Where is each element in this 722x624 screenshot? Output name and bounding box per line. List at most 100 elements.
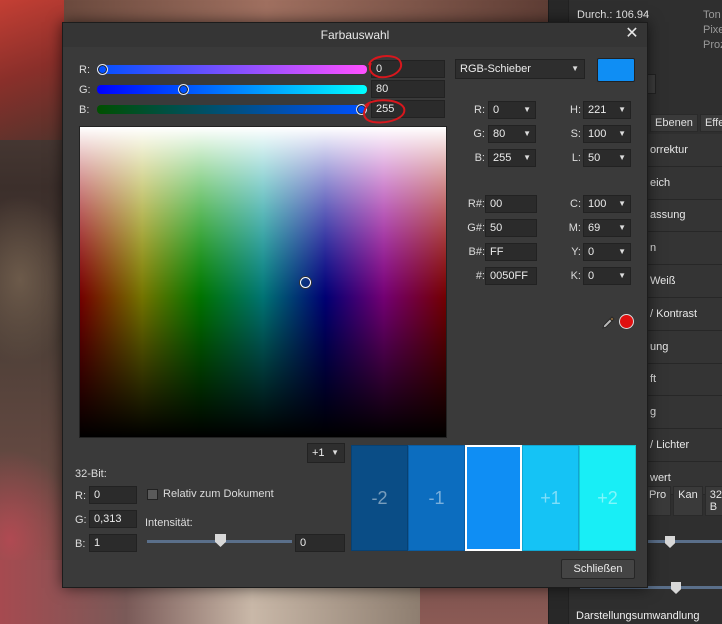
- hsl-label-l: L:: [571, 152, 581, 164]
- bit32-field-g[interactable]: 0,313: [89, 510, 137, 528]
- shade-swatch[interactable]: -2: [351, 445, 408, 551]
- slider-b-track[interactable]: [97, 105, 367, 114]
- record-color-icon[interactable]: [619, 314, 634, 329]
- rgb-field-r[interactable]: 0 ▼: [488, 101, 536, 119]
- adjustment-list: orrektur eich assung n Weiß / Kontrast u…: [644, 134, 722, 495]
- side-right-label: Pixe: [703, 24, 722, 36]
- hsl-field-h[interactable]: 221 ▼: [583, 101, 631, 119]
- adjustment-item[interactable]: orrektur: [644, 134, 722, 167]
- photo-red-region: [0, 0, 64, 140]
- cmyk-field-c[interactable]: 100 ▼: [583, 195, 631, 213]
- chevron-down-icon: ▼: [618, 247, 626, 256]
- shade-step-dropdown[interactable]: +1 ▼: [307, 443, 345, 463]
- bit32-field-b[interactable]: 1: [89, 534, 137, 552]
- tab-ebenen[interactable]: Ebenen: [650, 114, 698, 132]
- bit32-label-g: G:: [75, 514, 87, 526]
- slider-label-r: R:: [79, 64, 90, 76]
- bit32-title: 32-Bit:: [75, 468, 107, 480]
- bit32-label-r: R:: [75, 490, 86, 502]
- adjustment-item[interactable]: n: [644, 232, 722, 266]
- chevron-down-icon: ▼: [618, 199, 626, 208]
- intensity-slider-knob[interactable]: [215, 534, 226, 547]
- slider-r-track[interactable]: [97, 65, 367, 74]
- color-field[interactable]: [79, 126, 447, 438]
- cmyk-field-c-value: 100: [588, 198, 607, 210]
- chevron-down-icon: ▼: [618, 223, 626, 232]
- cmyk-field-k[interactable]: 0 ▼: [583, 267, 631, 285]
- slider-r-value[interactable]: 0: [371, 60, 445, 78]
- intensity-field[interactable]: 0: [295, 534, 345, 552]
- rgb-field-g[interactable]: 80 ▼: [488, 125, 536, 143]
- dialog-titlebar[interactable]: Farbauswahl: [63, 23, 647, 47]
- eyedropper-icon[interactable]: [601, 314, 617, 330]
- shade-swatch[interactable]: +1: [522, 445, 579, 551]
- hsl-field-l-value: 50: [588, 152, 601, 164]
- cmyk-label-y: Y:: [571, 246, 581, 258]
- side-right-labels: Ton Pixe Proz: [703, 8, 722, 53]
- mode-dropdown[interactable]: RGB-Schieber ▼: [455, 59, 585, 79]
- adjustment-item[interactable]: assung: [644, 199, 722, 233]
- hex-field-r[interactable]: 00: [485, 195, 537, 213]
- tab-pro[interactable]: Pro: [644, 486, 672, 516]
- close-button[interactable]: Schließen: [561, 559, 635, 579]
- tab-kan[interactable]: Kan: [673, 486, 703, 516]
- chevron-down-icon: ▼: [618, 129, 626, 138]
- slider-b-value[interactable]: 255: [371, 100, 445, 118]
- cmyk-label-c: C:: [570, 198, 581, 210]
- cmyk-field-k-value: 0: [588, 270, 595, 282]
- slider-g-value[interactable]: 80: [371, 80, 445, 98]
- shade-swatch-label: -1: [428, 487, 445, 508]
- side-tabs: Ebenen Effe: [650, 114, 722, 132]
- adjustment-item[interactable]: / Kontrast: [644, 297, 722, 331]
- cmyk-label-m: M:: [568, 222, 581, 234]
- cmyk-field-m[interactable]: 69 ▼: [583, 219, 631, 237]
- slider-g-track[interactable]: [97, 85, 367, 94]
- hex-field-b[interactable]: FF: [485, 243, 537, 261]
- hex-label-b: B#:: [468, 246, 485, 258]
- rgb-label-r: R:: [474, 104, 485, 116]
- mode-dropdown-value: RGB-Schieber: [460, 63, 531, 75]
- adjustment-item[interactable]: / Lichter: [644, 429, 722, 462]
- hex-field-g[interactable]: 50: [485, 219, 537, 237]
- slider-r-knob[interactable]: [97, 64, 108, 75]
- color-picker-dialog: Farbauswahl ✕ R: 0 G: 80 B: 255 RGB-Schi…: [62, 22, 648, 588]
- rgb-field-g-value: 80: [493, 128, 506, 140]
- relative-checkbox[interactable]: [147, 489, 158, 500]
- close-icon[interactable]: ✕: [623, 25, 641, 43]
- hsl-field-h-value: 221: [588, 104, 607, 116]
- cmyk-label-k: K:: [570, 270, 581, 282]
- chevron-down-icon: ▼: [331, 448, 339, 457]
- cmyk-field-y-value: 0: [588, 246, 595, 258]
- hex-field-full[interactable]: 0050FF: [485, 267, 537, 285]
- relative-checkbox-label: Relativ zum Dokument: [163, 488, 274, 500]
- adjustment-item[interactable]: ft: [644, 363, 722, 397]
- chevron-down-icon: ▼: [523, 129, 531, 138]
- bit32-label-b: B:: [75, 538, 86, 550]
- hsl-label-h: H:: [570, 104, 581, 116]
- rgb-field-b[interactable]: 255 ▼: [488, 149, 536, 167]
- tab-32bit[interactable]: 32-B: [704, 486, 722, 516]
- adjustment-item[interactable]: ung: [644, 330, 722, 364]
- shade-swatch-label: +1: [540, 487, 561, 508]
- current-color-swatch[interactable]: [597, 58, 635, 82]
- bit32-field-r[interactable]: 0: [89, 486, 137, 504]
- chevron-down-icon: ▼: [523, 105, 531, 114]
- slider-b-knob[interactable]: [356, 104, 367, 115]
- cmyk-field-y[interactable]: 0 ▼: [583, 243, 631, 261]
- tab-effekte[interactable]: Effe: [699, 114, 722, 132]
- hex-label-g: G#:: [467, 222, 485, 234]
- hex-label-full: #:: [475, 270, 485, 282]
- adjustment-item[interactable]: eich: [644, 166, 722, 200]
- shade-swatch-selected[interactable]: [465, 445, 522, 551]
- photo-top-strip: [64, 0, 570, 22]
- shade-swatch-label: -2: [371, 487, 388, 508]
- hsl-field-s[interactable]: 100 ▼: [583, 125, 631, 143]
- adjustment-item[interactable]: Weiß: [644, 265, 722, 298]
- hsl-field-l[interactable]: 50 ▼: [583, 149, 631, 167]
- color-field-knob[interactable]: [299, 277, 311, 288]
- chevron-down-icon: ▼: [618, 105, 626, 114]
- shade-swatch[interactable]: -1: [408, 445, 465, 551]
- shade-swatch[interactable]: +2: [579, 445, 636, 551]
- rgb-field-r-value: 0: [493, 104, 500, 116]
- adjustment-item[interactable]: g: [644, 396, 722, 430]
